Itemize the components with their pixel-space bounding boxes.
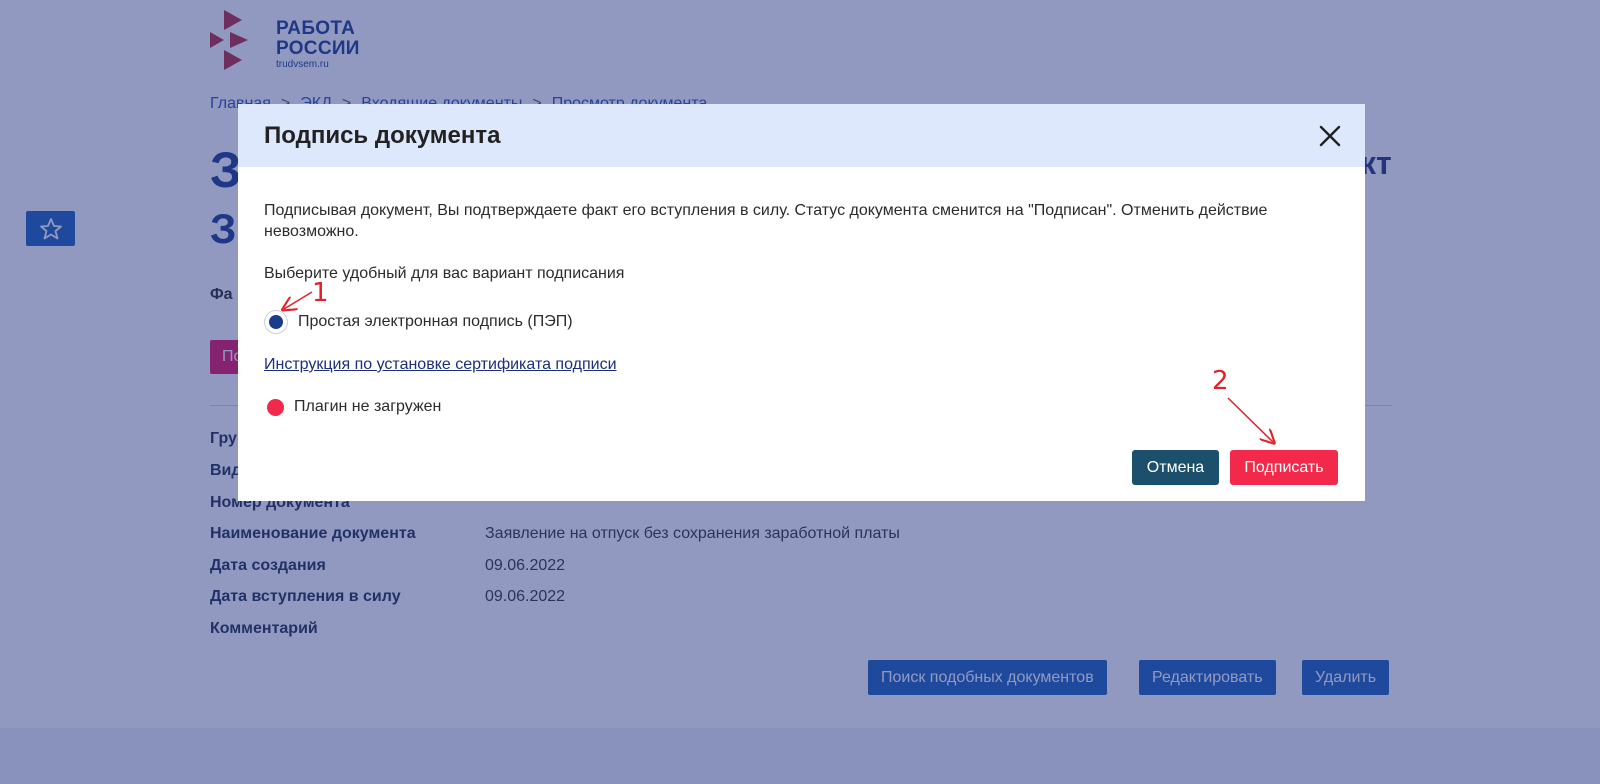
annotation-arrow-1 [284,291,313,309]
annotation-arrows [0,291,1600,784]
annotation-marker-1: 1 [312,278,329,308]
annotation-arrow-2 [1227,397,1273,442]
annotation-marker-2: 2 [1212,366,1229,396]
